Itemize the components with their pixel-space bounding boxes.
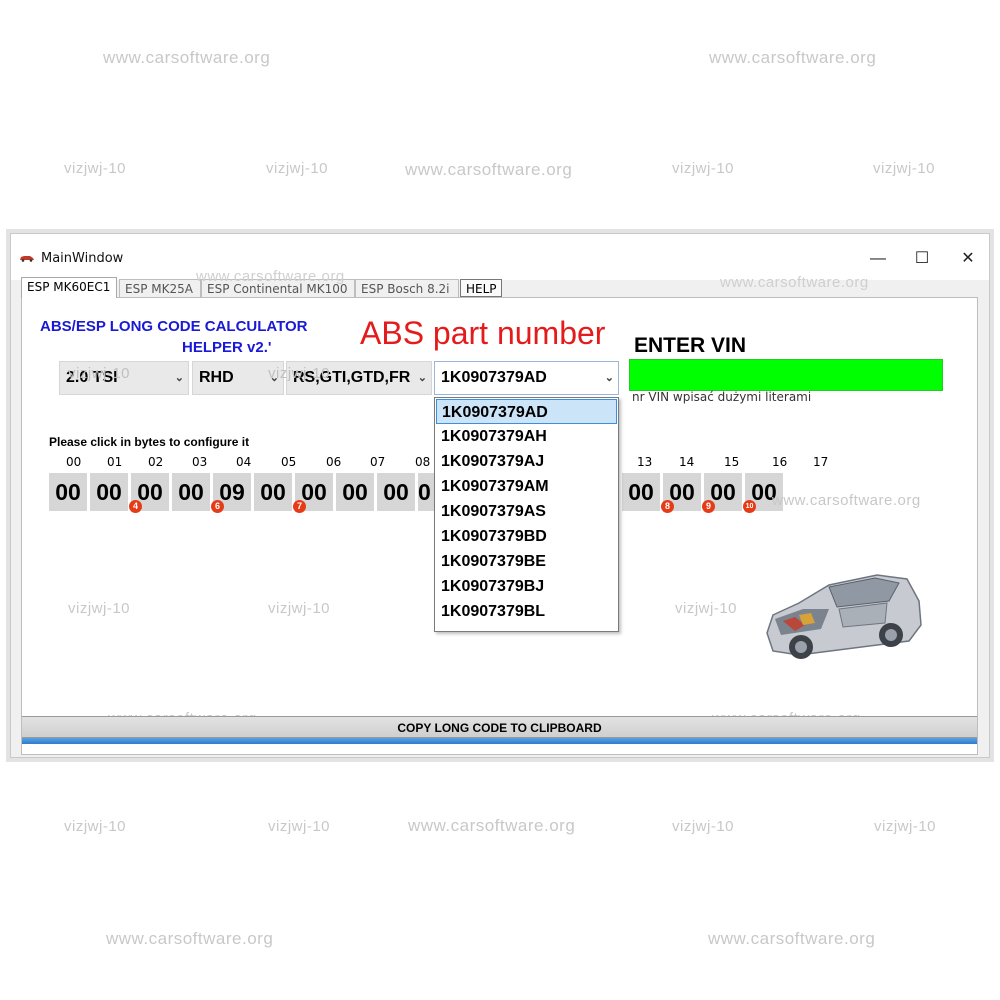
copy-button-accent-bar [22, 738, 977, 744]
byte-index: 00 [66, 455, 82, 469]
watermark-site: www.carsoftware.org [709, 48, 877, 67]
watermark-tag: vizjwj-10 [68, 600, 131, 617]
byte-badge: 9 [702, 500, 715, 513]
copy-long-code-button[interactable]: COPY LONG CODE TO CLIPBOARD [22, 716, 977, 738]
watermark-site: www.carsoftware.org [708, 929, 876, 948]
byte-badge: 6 [211, 500, 224, 513]
dropdown-option[interactable]: 1K0907379AJ [436, 449, 617, 474]
watermark-tag: vizjwj-10 [64, 818, 127, 835]
minimize-button[interactable]: — [867, 248, 889, 270]
watermark-tag: vizjwj-10 [268, 365, 331, 382]
part-number-select-value: 1K0907379AD [441, 369, 547, 386]
vin-label: ENTER VIN [634, 334, 747, 357]
byte-badge: 4 [129, 500, 142, 513]
byte-index: 03 [192, 455, 208, 469]
byte-index: 05 [281, 455, 297, 469]
chevron-down-icon: ⌄ [174, 372, 184, 384]
vin-hint: nr VIN wpisać dużymi literami [632, 390, 812, 404]
watermark-tag: vizjwj-10 [873, 160, 936, 177]
app-heading: ABS/ESP LONG CODE CALCULATOR [40, 318, 308, 335]
byte-cell[interactable]: 00 [622, 473, 660, 511]
byte-badge: 10 [743, 500, 756, 513]
watermark-site: www.carsoftware.org [408, 816, 576, 835]
steering-select-value: RHD [199, 369, 234, 386]
dropdown-option[interactable]: 1K0907379AD [436, 399, 617, 424]
app-version: HELPER v2.' [182, 339, 272, 356]
byte-index: 04 [236, 455, 252, 469]
byte-cell[interactable]: 00 [377, 473, 415, 511]
tab-help[interactable]: HELP [460, 279, 502, 297]
part-number-select[interactable]: 1K0907379AD ⌄ [434, 361, 619, 395]
watermark-tag: vizjwj-10 [672, 160, 735, 177]
byte-cell[interactable]: 00 [254, 473, 292, 511]
bytes-instruction: Please click in bytes to configure it [49, 435, 250, 449]
car-cutaway-image [766, 574, 922, 659]
tab-content-panel: www.carsoftware.org www.carsoftware.org … [21, 268, 978, 755]
byte-index: 02 [148, 455, 164, 469]
watermark-tag: vizjwj-10 [266, 160, 329, 177]
byte-index: 14 [679, 455, 695, 469]
window-title: MainWindow [41, 251, 124, 266]
dropdown-option[interactable]: 1K0907379AS [436, 499, 617, 524]
abs-part-number-label: ABS part number [360, 315, 606, 351]
byte-badge: 8 [661, 500, 674, 513]
watermark-tag: vizjwj-10 [675, 600, 738, 617]
dropdown-option[interactable]: 1K0907379BD [436, 524, 617, 549]
byte-cell[interactable]: 00 [172, 473, 210, 511]
watermark-site: www.carsoftware.org [106, 929, 274, 948]
byte-index: 17 [813, 455, 829, 469]
tab-esp-bosch-8-2i[interactable]: ESP Bosch 8.2i [355, 279, 459, 297]
dropdown-option[interactable]: 1K0907379BE [436, 549, 617, 574]
byte-cell[interactable]: 00 [90, 473, 128, 511]
watermark-tag: vizjwj-10 [268, 600, 331, 617]
tab-esp-mk60ec1[interactable]: ESP MK60EC1 [21, 277, 117, 298]
watermark-site: www.carsoftware.org [196, 268, 345, 285]
byte-badge: 7 [293, 500, 306, 513]
dropdown-option[interactable]: 1K0907379AM [436, 474, 617, 499]
byte-cell[interactable]: 0 [418, 473, 434, 511]
byte-cell[interactable]: 00 [49, 473, 87, 511]
part-number-dropdown: 1K0907379AD 1K0907379AH 1K0907379AJ 1K09… [434, 397, 619, 632]
car-app-icon [20, 256, 34, 262]
byte-index: 13 [637, 455, 653, 469]
byte-index: 01 [107, 455, 123, 469]
dropdown-option[interactable]: 1K0907379BL [436, 599, 617, 624]
vin-input[interactable] [629, 359, 943, 391]
byte-index: 08 [415, 455, 431, 469]
watermark-site: www.carsoftware.org [405, 160, 573, 179]
chevron-down-icon: ⌄ [417, 372, 427, 384]
byte-index: 06 [326, 455, 342, 469]
maximize-button[interactable]: ☐ [911, 248, 933, 270]
byte-index: 16 [772, 455, 788, 469]
chevron-down-icon: ⌄ [604, 372, 614, 384]
watermark-site: www.carsoftware.org [772, 492, 921, 509]
watermark-tag: vizjwj-10 [268, 818, 331, 835]
byte-cell[interactable]: 00 [336, 473, 374, 511]
watermark-site: www.carsoftware.org [720, 274, 869, 291]
close-button[interactable]: ✕ [957, 248, 979, 270]
byte-index: 07 [370, 455, 386, 469]
watermark-site: www.carsoftware.org [103, 48, 271, 67]
byte-index: 15 [724, 455, 740, 469]
watermark-tag: vizjwj-10 [874, 818, 937, 835]
dropdown-option[interactable]: 1K0907379BJ [436, 574, 617, 599]
watermark-tag: vizjwj-10 [64, 160, 127, 177]
dropdown-option[interactable]: 1K0907379AH [436, 424, 617, 449]
watermark-tag: vizjwj-10 [68, 365, 131, 382]
watermark-tag: vizjwj-10 [672, 818, 735, 835]
main-window: MainWindow — ☐ ✕ ESP MK60EC1 ESP MK25A E… [10, 233, 990, 758]
tab-esp-mk25a[interactable]: ESP MK25A [119, 279, 201, 297]
